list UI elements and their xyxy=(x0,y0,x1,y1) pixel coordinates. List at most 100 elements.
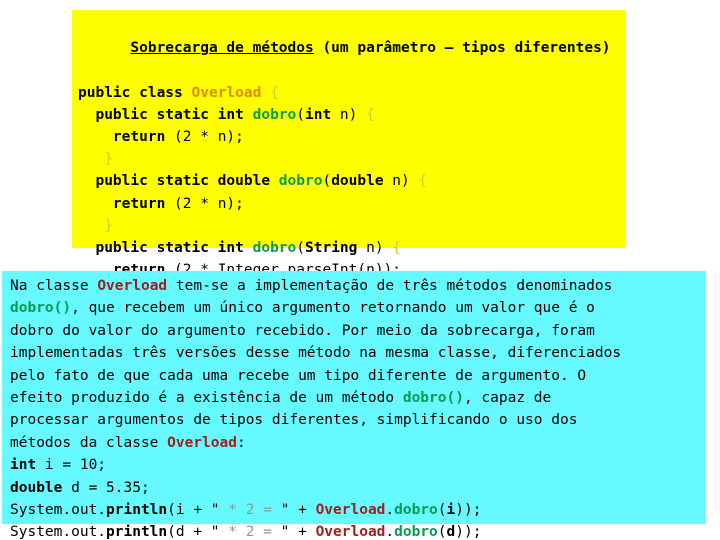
code-title: Sobrecarga de métodos xyxy=(130,40,314,57)
code-token: n) xyxy=(357,240,393,257)
description-line: métodos da classe Overload: xyxy=(10,432,700,454)
code-token: dobro xyxy=(278,173,323,190)
code-line: } xyxy=(78,215,619,237)
description-token: Overload xyxy=(97,278,168,294)
description-token: Overload xyxy=(167,434,237,451)
description-token: dobro xyxy=(394,524,438,540)
description-token: , que recebem um único argumento retorna… xyxy=(71,300,595,317)
description-token: i xyxy=(446,502,456,519)
description-token: (d + " xyxy=(167,524,220,540)
description-line: implementadas três versões desse método … xyxy=(10,342,700,364)
code-title-line: Sobrecarga de métodos (um parâmetro – ti… xyxy=(78,15,619,82)
code-token: n) xyxy=(383,173,419,190)
code-token: dobro xyxy=(252,240,297,257)
description-token: Overload xyxy=(315,524,386,540)
description-token: pelo fato de que cada uma recebe um tipo… xyxy=(10,367,587,384)
description-token: , capaz de xyxy=(463,390,552,407)
description-panel: Na classe Overload tem-se a implementaçã… xyxy=(2,271,706,540)
description-token: dobro do valor do argumento recebido. Po… xyxy=(10,322,595,339)
description-token: )); xyxy=(455,524,482,540)
code-token: ( xyxy=(322,173,332,190)
code-token: public class xyxy=(78,84,192,101)
description-token: * 2 = xyxy=(219,502,281,519)
description-token: * 2 = xyxy=(219,524,281,540)
description-token: int xyxy=(10,457,37,474)
description-token: métodos da classe xyxy=(10,434,168,451)
description-token: (i + " xyxy=(167,502,220,519)
description-token: println xyxy=(106,502,168,519)
description-token: . xyxy=(385,502,395,519)
description-token: efeito produzido é a existência de um mé… xyxy=(10,390,403,407)
description-token: d = 5.35; xyxy=(62,479,150,496)
code-line: return (2 * n); xyxy=(78,193,619,215)
code-token: (2 * n); xyxy=(165,129,244,146)
description-token: println xyxy=(106,524,168,540)
code-panel: Sobrecarga de métodos (um parâmetro – ti… xyxy=(72,10,625,323)
description-line: int i = 10; xyxy=(10,454,700,476)
description-line: System.out.println(i + " * 2 = " + Overl… xyxy=(10,499,700,521)
description-line: Na classe Overload tem-se a implementaçã… xyxy=(10,275,700,297)
code-line: return (2 * n); xyxy=(78,126,619,148)
description-token: dobro() xyxy=(10,300,72,317)
description-token: i = 10; xyxy=(36,457,107,474)
description-line: System.out.println(d + " * 2 = " + Overl… xyxy=(10,521,700,540)
code-token: ( xyxy=(296,106,305,123)
slide-root: Sobrecarga de métodos (um parâmetro – ti… xyxy=(0,0,720,540)
code-token: ( xyxy=(296,240,305,257)
code-token: dobro xyxy=(252,106,297,123)
code-token: public static int xyxy=(95,106,253,123)
description-line: pelo fato de que cada uma recebe um tipo… xyxy=(10,365,700,387)
description-token: System.out. xyxy=(10,524,107,540)
code-token: { xyxy=(392,240,402,257)
description-token: d xyxy=(446,524,456,540)
code-line: public static double dobro(double n) { xyxy=(78,170,619,192)
description-token: " + xyxy=(280,524,316,540)
description-line: efeito produzido é a existência de um mé… xyxy=(10,387,700,409)
code-token: n) xyxy=(331,106,367,123)
description-token: dobro xyxy=(394,502,438,519)
code-token: double xyxy=(331,173,384,190)
description-token: ( xyxy=(437,502,447,519)
description-token: double xyxy=(10,479,63,496)
code-line: public class Overload { xyxy=(78,82,619,104)
description-line: double d = 5.35; xyxy=(10,477,700,499)
code-token: return xyxy=(112,195,166,212)
code-token: return xyxy=(112,129,166,146)
description-token: tem-se a implementação de três métodos d… xyxy=(167,278,613,294)
code-title-suffix: (um parâmetro – tipos diferentes) xyxy=(313,40,611,57)
code-token: Overload xyxy=(191,84,262,101)
code-line: public static int dobro(int n) { xyxy=(78,104,619,126)
description-line: dobro do valor do argumento recebido. Po… xyxy=(10,320,700,342)
description-token: : xyxy=(236,434,246,451)
code-line: } xyxy=(78,148,619,170)
description-token: )); xyxy=(455,502,482,519)
description-token: . xyxy=(385,524,395,540)
code-token: } xyxy=(104,217,113,234)
description-token: " + xyxy=(280,502,316,519)
code-token: public static int xyxy=(95,240,253,257)
description-body: Na classe Overload tem-se a implementaçã… xyxy=(10,275,700,540)
description-line: dobro(), que recebem um único argumento … xyxy=(10,297,700,319)
code-token: { xyxy=(366,106,375,123)
description-token: Na classe xyxy=(10,278,98,294)
description-token: dobro() xyxy=(402,390,464,407)
code-token: { xyxy=(418,173,428,190)
code-token: int xyxy=(305,106,332,123)
description-token: ( xyxy=(437,524,447,540)
description-token: processar argumentos de tipos diferentes… xyxy=(10,412,578,429)
code-token: { xyxy=(270,84,279,101)
description-token: Overload xyxy=(315,502,386,519)
description-line: processar argumentos de tipos diferentes… xyxy=(10,409,700,431)
code-token: String xyxy=(305,240,358,257)
description-token: implementadas três versões desse método … xyxy=(10,345,622,362)
code-token: public static double xyxy=(95,173,279,190)
code-token: (2 * n); xyxy=(165,195,244,212)
description-token: System.out. xyxy=(10,502,107,519)
